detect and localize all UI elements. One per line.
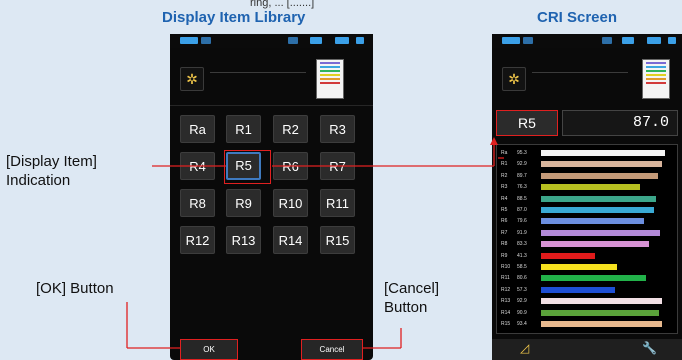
cancel-annotation-2: Button	[384, 299, 428, 316]
display-item-annotation-1: [Display Item]	[6, 153, 97, 170]
cancel-annotation-1: [Cancel]	[384, 280, 440, 297]
ok-button-annotation: [OK] Button	[36, 280, 114, 297]
callout-lines	[126, 137, 504, 349]
r5-highlight	[224, 150, 271, 184]
display-item-annotation-2: Indication	[6, 172, 71, 189]
